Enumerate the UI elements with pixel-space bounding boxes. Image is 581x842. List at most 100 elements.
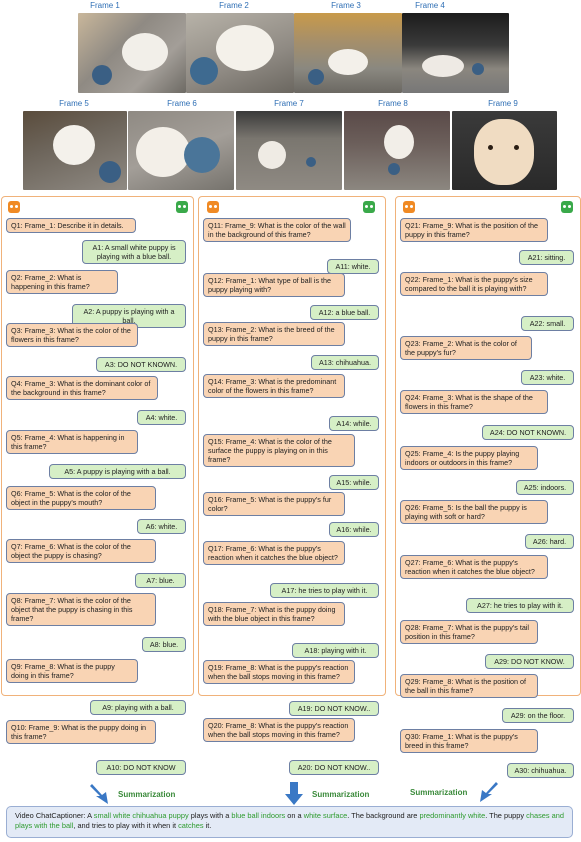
frame-image-9: [452, 111, 557, 190]
answer-bubble: A30: chihuahua.: [507, 763, 574, 778]
frame-label-6: Frame 6: [167, 99, 197, 108]
question-bubble: Q25: Frame_4: Is the puppy playing indoo…: [400, 446, 538, 470]
frame-label-3: Frame 3: [331, 1, 361, 10]
summary-highlight: predominantly white: [419, 811, 486, 820]
summary-text: . The background are: [347, 811, 420, 820]
answer-bubble: A18: playing with it.: [292, 643, 379, 658]
question-bubble: Q23: Frame_2: What is the color of the p…: [400, 336, 532, 360]
question-bubble: Q22: Frame_1: What is the puppy's size c…: [400, 272, 548, 296]
frame-image-8: [344, 111, 450, 190]
summary-text: . The puppy: [485, 811, 527, 820]
frame-label-7: Frame 7: [274, 99, 304, 108]
answer-bubble: A29: DO NOT KNOW.: [485, 654, 574, 669]
frame-label-5: Frame 5: [59, 99, 89, 108]
questioner-bot-icon: [8, 201, 20, 213]
answer-bubble: A19: DO NOT KNOW..: [289, 701, 379, 716]
frame-image-7: [236, 111, 342, 190]
questioner-bot-icon: [207, 201, 219, 213]
answer-bubble: A21: sitting.: [519, 250, 574, 265]
question-bubble: Q3: Frame_3: What is the color of the fl…: [6, 323, 138, 347]
summary-highlight: blue ball indoors: [231, 811, 286, 820]
question-bubble: Q28: Frame_7: What is the puppy's tail p…: [400, 620, 538, 644]
question-bubble: Q29: Frame_8: What is the position of th…: [400, 674, 538, 698]
question-bubble: Q1: Frame_1: Describe it in details.: [6, 218, 136, 233]
question-bubble: Q21: Frame_9: What is the position of th…: [400, 218, 548, 242]
answer-bubble: A26: hard.: [525, 534, 574, 549]
question-bubble: Q20: Frame_8: What is the puppy's reacti…: [203, 718, 355, 742]
summary-highlight: small white chihuahua puppy: [93, 811, 189, 820]
question-bubble: Q24: Frame_3: What is the shape of the f…: [400, 390, 548, 414]
answer-bubble: A11: white.: [327, 259, 379, 274]
summarization-arrow-1: [90, 784, 108, 804]
answer-bubble: A9: playing with a ball.: [90, 700, 186, 715]
summarization-label-1: Summarization: [118, 790, 176, 799]
summary-box: Video ChatCaptioner: A small white chihu…: [6, 806, 573, 838]
summary-highlight: catches: [178, 821, 204, 830]
question-bubble: Q27: Frame_6: What is the puppy's reacti…: [400, 555, 548, 579]
answer-bubble: A10: DO NOT KNOW: [96, 760, 186, 775]
answer-bubble: A24: DO NOT KNOWN.: [482, 425, 574, 440]
question-bubble: Q26: Frame_5: Is the ball the puppy is p…: [400, 500, 548, 524]
answer-bubble: A14: while.: [329, 416, 379, 431]
answer-bubble: A16: while.: [329, 522, 379, 537]
answerer-bot-icon: [363, 201, 375, 213]
question-bubble: Q16: Frame_5: What is the puppy's fur co…: [203, 492, 345, 516]
question-bubble: Q12: Frame_1: What type of ball is the p…: [203, 273, 345, 297]
summary-text: , and tries to play with it when it: [73, 821, 179, 830]
frame-image-4: [402, 13, 509, 93]
frame-label-8: Frame 8: [378, 99, 408, 108]
frame-label-4: Frame 4: [415, 1, 445, 10]
answer-bubble: A8: blue.: [142, 637, 186, 652]
question-bubble: Q11: Frame_9: What is the color of the w…: [203, 218, 351, 242]
answer-bubble: A12: a blue ball.: [310, 305, 379, 320]
question-bubble: Q13: Frame_2: What is the breed of the p…: [203, 322, 345, 346]
answer-bubble: A3: DO NOT KNOWN.: [96, 357, 186, 372]
frame-image-3: [294, 13, 402, 93]
question-bubble: Q5: Frame_4: What is happening in this f…: [6, 430, 138, 454]
question-bubble: Q4: Frame_3: What is the dominant color …: [6, 376, 158, 400]
question-bubble: Q15: Frame_4: What is the color of the s…: [203, 434, 355, 467]
answer-bubble: A4: white.: [137, 410, 186, 425]
frame-label-1: Frame 1: [90, 1, 120, 10]
answer-bubble: A5: A puppy is playing with a ball.: [49, 464, 186, 479]
answer-bubble: A17: he tries to play with it.: [270, 583, 379, 598]
summary-text: Video ChatCaptioner: A: [15, 811, 94, 820]
answer-bubble: A13: chihuahua.: [311, 355, 379, 370]
frame-image-5: [23, 111, 127, 190]
answer-bubble: A15: while.: [329, 475, 379, 490]
question-bubble: Q8: Frame_7: What is the color of the ob…: [6, 593, 156, 626]
questioner-bot-icon: [403, 201, 415, 213]
question-bubble: Q19: Frame_8: What is the puppy's reacti…: [203, 660, 355, 684]
answerer-bot-icon: [561, 201, 573, 213]
answer-bubble: A1: A small white puppy is playing with …: [82, 240, 186, 264]
frame-label-2: Frame 2: [219, 1, 249, 10]
frame-label-9: Frame 9: [488, 99, 518, 108]
answer-bubble: A29: on the floor.: [502, 708, 574, 723]
frame-image-6: [128, 111, 234, 190]
question-bubble: Q6: Frame_5: What is the color of the ob…: [6, 486, 156, 510]
summarization-arrow-2: [285, 782, 303, 805]
answer-bubble: A20: DO NOT KNOW..: [289, 760, 379, 775]
summary-text: plays with a: [188, 811, 232, 820]
question-bubble: Q7: Frame_6: What is the color of the ob…: [6, 539, 156, 563]
answer-bubble: A22: small.: [521, 316, 574, 331]
answerer-bot-icon: [176, 201, 188, 213]
summarization-label-3: Summarization: [410, 788, 468, 797]
summarization-arrow-3: [480, 782, 498, 802]
question-bubble: Q18: Frame_7: What is the puppy doing wi…: [203, 602, 345, 626]
summary-text: it.: [203, 821, 212, 830]
answer-bubble: A27: he tries to play with it.: [466, 598, 574, 613]
answer-bubble: A6: white.: [137, 519, 186, 534]
answer-bubble: A25: indoors.: [516, 480, 574, 495]
question-bubble: Q10: Frame_9: What is the puppy doing in…: [6, 720, 156, 744]
frame-image-1: [78, 13, 186, 93]
summary-text: on a: [285, 811, 304, 820]
answer-bubble: A23: white.: [521, 370, 574, 385]
question-bubble: Q14: Frame_3: What is the predominant co…: [203, 374, 345, 398]
answer-bubble: A7: blue.: [135, 573, 186, 588]
summary-highlight: white surface: [303, 811, 348, 820]
question-bubble: Q30: Frame_1: What is the puppy's breed …: [400, 729, 538, 753]
question-bubble: Q9: Frame_8: What is the puppy doing in …: [6, 659, 138, 683]
frame-image-2: [186, 13, 294, 93]
question-bubble: Q17: Frame_6: What is the puppy's reacti…: [203, 541, 345, 565]
